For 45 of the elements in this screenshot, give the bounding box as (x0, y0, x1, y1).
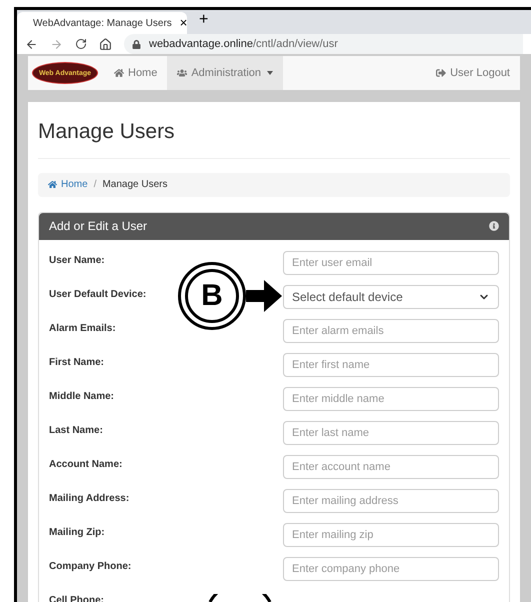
field-label: Mailing Zip: (49, 526, 105, 540)
field-label: User Default Device: (49, 288, 146, 302)
field-label: Account Name: (49, 458, 122, 472)
logout-icon (436, 68, 446, 78)
home-icon (114, 68, 124, 78)
logout-link[interactable]: User Logout (436, 56, 520, 90)
nav-link[interactable]: Home (104, 56, 168, 90)
input-field[interactable]: Enter mailing address (283, 488, 499, 512)
address-bar[interactable]: webadvantage.online/cntl/adn/view/usr (124, 34, 523, 54)
input-field[interactable]: Enter middle name (283, 386, 499, 410)
users-icon (177, 68, 188, 78)
new-tab-button[interactable]: + (199, 8, 208, 32)
tab-title: WebAdvantage: Manage Users (33, 16, 172, 30)
nav-link[interactable]: Administration (167, 56, 284, 90)
field-label: Alarm Emails: (49, 322, 116, 336)
select-field[interactable]: Select default device (283, 284, 499, 308)
input-field[interactable]: Enter mailing zip (283, 522, 499, 546)
field-label: First Name: (49, 356, 104, 370)
url-text: webadvantage.online/cntl/adn/view/usr (149, 36, 338, 52)
breadcrumb-link[interactable]: Home (48, 177, 88, 192)
browser-tab[interactable]: WebAdvantage: Manage Users × (17, 12, 187, 34)
field-label: Last Name: (49, 424, 103, 438)
home-icon (48, 180, 57, 189)
back-icon[interactable] (25, 38, 38, 50)
caret-icon (267, 71, 274, 75)
home-icon[interactable] (99, 38, 112, 50)
input-field[interactable]: Enter user email (283, 250, 499, 274)
field-label: Mailing Address: (49, 492, 130, 506)
input-field[interactable]: Enter alarm emails (283, 318, 499, 342)
info-icon[interactable] (489, 221, 499, 231)
input-field[interactable]: Enter last name (283, 420, 499, 444)
field-label: User Name: (49, 254, 105, 268)
breadcrumb-current: Manage Users (102, 178, 168, 192)
field-label: Middle Name: (49, 390, 114, 404)
arrow-icon (246, 280, 282, 312)
input-field[interactable]: Enter company phone (283, 556, 499, 580)
breadcrumb-separator: / (94, 178, 96, 192)
tab-close[interactable]: × (180, 13, 188, 33)
lock-icon (132, 40, 141, 48)
input-field[interactable]: Enter first name (283, 352, 499, 376)
panel-title: Add or Edit a User (49, 218, 148, 235)
page-title: Manage Users (38, 116, 510, 158)
reload-icon[interactable] (75, 38, 87, 50)
field-label: Company Phone: (49, 560, 132, 574)
input-field[interactable]: Enter account name (283, 454, 499, 478)
